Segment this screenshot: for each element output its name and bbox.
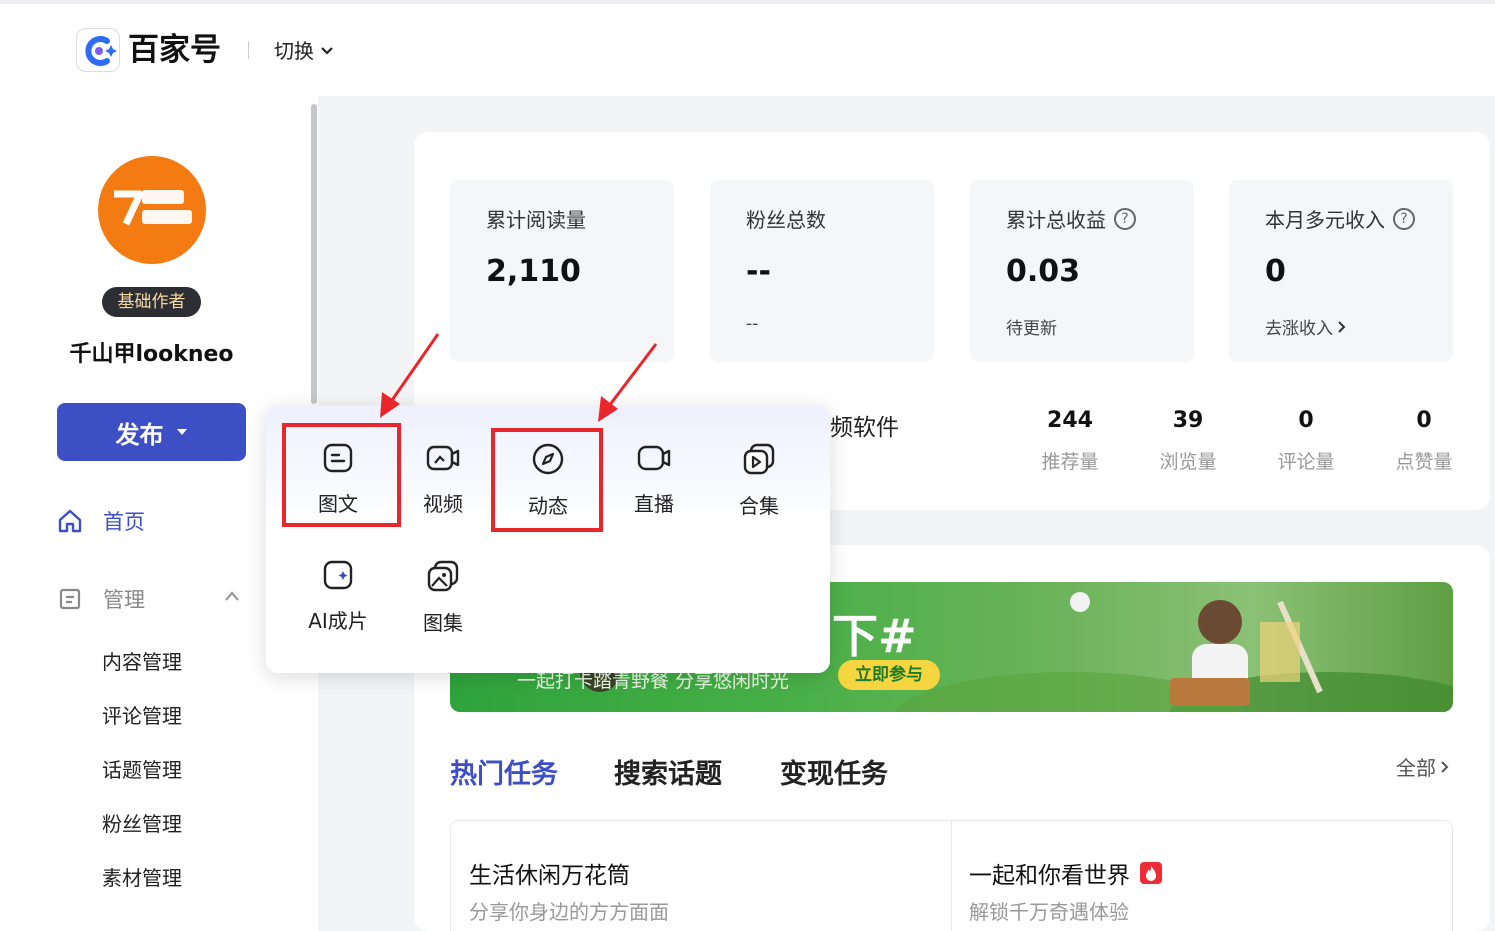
stat-label: 粉丝总数: [746, 208, 826, 232]
stat-label: 累计阅读量: [486, 208, 586, 232]
metric-likes: 0 点赞量: [1374, 408, 1474, 474]
sidebar-item-home[interactable]: 首页: [57, 506, 145, 536]
topic-title-text: 一起和你看世界: [969, 863, 1130, 889]
tab-search-topics[interactable]: 搜索话题: [614, 752, 722, 791]
banner-title: 下#: [832, 609, 917, 663]
annotation-arrow-icon: [598, 343, 658, 422]
metric-label: 评论量: [1277, 451, 1335, 473]
publish-gallery-item[interactable]: 图集: [403, 559, 483, 636]
stat-value: --: [746, 254, 771, 289]
stat-total-fans[interactable]: 粉丝总数 -- --: [710, 180, 934, 362]
publish-live-item[interactable]: 直播: [614, 442, 694, 517]
author-level-badge: 基础作者: [102, 287, 201, 317]
view-all-label: 全部: [1396, 756, 1436, 780]
stat-label: 本月多元收入: [1265, 208, 1385, 232]
annotation-highlight-box: [491, 428, 603, 532]
metric-comments: 0 评论量: [1256, 408, 1356, 474]
join-now-button[interactable]: 立即参与: [838, 660, 940, 690]
home-icon: [58, 509, 82, 533]
publish-collection-item[interactable]: 合集: [719, 442, 799, 519]
help-icon[interactable]: ?: [1114, 207, 1136, 230]
topic-title[interactable]: 生活休闲万花筒: [469, 856, 630, 890]
annotation-highlight-box: [282, 423, 401, 527]
top-bar: [0, 0, 1495, 96]
publish-label: 发布: [115, 420, 164, 449]
chevron-right-icon: [1338, 320, 1346, 333]
sidebar-subitem-materials[interactable]: 素材管理: [102, 862, 182, 891]
chevron-up-icon[interactable]: [224, 590, 240, 602]
metric-value: 244: [1047, 408, 1093, 433]
username: 千山甲lookneo: [69, 342, 234, 367]
metric-label: 点赞量: [1395, 451, 1453, 473]
chevron-down-icon: [321, 47, 333, 55]
tab-hot-tasks[interactable]: 热门任务: [450, 752, 558, 791]
boost-income-link[interactable]: 去涨收入: [1265, 314, 1346, 339]
divider: [248, 41, 249, 59]
sidebar-item-label: 首页: [103, 510, 145, 534]
metric-value: 0: [1416, 408, 1432, 433]
stat-value: 0: [1265, 254, 1286, 289]
hot-flame-icon: [1140, 862, 1162, 884]
live-camera-icon: [637, 445, 671, 471]
baijiahao-logo-icon[interactable]: [76, 28, 120, 72]
menu-item-label: 合集: [739, 494, 779, 518]
menu-item-label: 直播: [634, 492, 674, 516]
switch-label: 切换: [274, 39, 314, 63]
metric-value: 0: [1298, 408, 1314, 433]
stat-monthly-income[interactable]: 本月多元收入? 0 去涨收入: [1229, 180, 1453, 362]
help-icon[interactable]: ?: [1393, 207, 1415, 230]
chevron-right-icon: [1441, 760, 1449, 773]
gallery-icon: [427, 560, 459, 592]
sidebar-subitem-content[interactable]: 内容管理: [102, 646, 182, 675]
sidebar-scrollbar[interactable]: [311, 104, 317, 404]
stat-total-earnings[interactable]: 累计总收益? 0.03 待更新: [970, 180, 1194, 362]
sidebar-item-manage[interactable]: 管理: [57, 584, 145, 614]
metric-recommend: 244 推荐量: [1020, 408, 1120, 474]
switch-account-button[interactable]: 切换: [274, 37, 334, 65]
content-title[interactable]: 频软件: [830, 408, 899, 442]
topic-title-text: 生活休闲万花筒: [469, 863, 630, 889]
stat-value: 0.03: [1006, 254, 1081, 289]
document-icon: [59, 588, 81, 610]
logo-text[interactable]: 百家号: [128, 28, 221, 72]
link-label: 去涨收入: [1265, 319, 1333, 339]
sidebar-subitem-fans[interactable]: 粉丝管理: [102, 808, 182, 837]
metric-label: 推荐量: [1041, 451, 1099, 473]
sidebar-subitem-topics[interactable]: 话题管理: [102, 754, 182, 783]
menu-item-label: 视频: [423, 492, 463, 516]
avatar[interactable]: [98, 156, 206, 264]
menu-item-label: 图集: [423, 611, 463, 635]
collection-icon: [743, 443, 775, 475]
stat-total-reads[interactable]: 累计阅读量 2,110: [450, 180, 674, 362]
publish-video-item[interactable]: 视频: [403, 442, 483, 517]
metric-value: 39: [1172, 408, 1204, 433]
video-icon: [426, 445, 460, 471]
caret-down-icon: [176, 429, 187, 435]
divider: [951, 820, 952, 931]
stat-sub: 待更新: [1006, 319, 1057, 339]
publish-button[interactable]: 发布: [57, 403, 246, 461]
menu-item-label: AI成片: [308, 609, 368, 633]
annotation-arrow-icon: [380, 333, 440, 418]
metric-views: 39 浏览量: [1138, 408, 1238, 474]
sidebar-subitem-comments[interactable]: 评论管理: [102, 700, 182, 729]
sidebar-item-label: 管理: [103, 588, 145, 612]
stat-sub: --: [746, 314, 759, 334]
topic-desc: 解锁千万奇遇体验: [969, 900, 1129, 924]
view-all-link[interactable]: 全部: [1396, 752, 1449, 781]
metric-label: 浏览量: [1159, 451, 1217, 473]
tab-monetize-tasks[interactable]: 变现任务: [780, 752, 888, 791]
stat-value: 2,110: [486, 254, 581, 289]
topic-title[interactable]: 一起和你看世界: [969, 856, 1162, 890]
stat-label: 累计总收益: [1006, 208, 1106, 232]
ai-film-icon: [323, 560, 353, 590]
publish-ai-video-item[interactable]: AI成片: [298, 559, 378, 634]
topic-desc: 分享你身边的方方面面: [469, 900, 669, 924]
